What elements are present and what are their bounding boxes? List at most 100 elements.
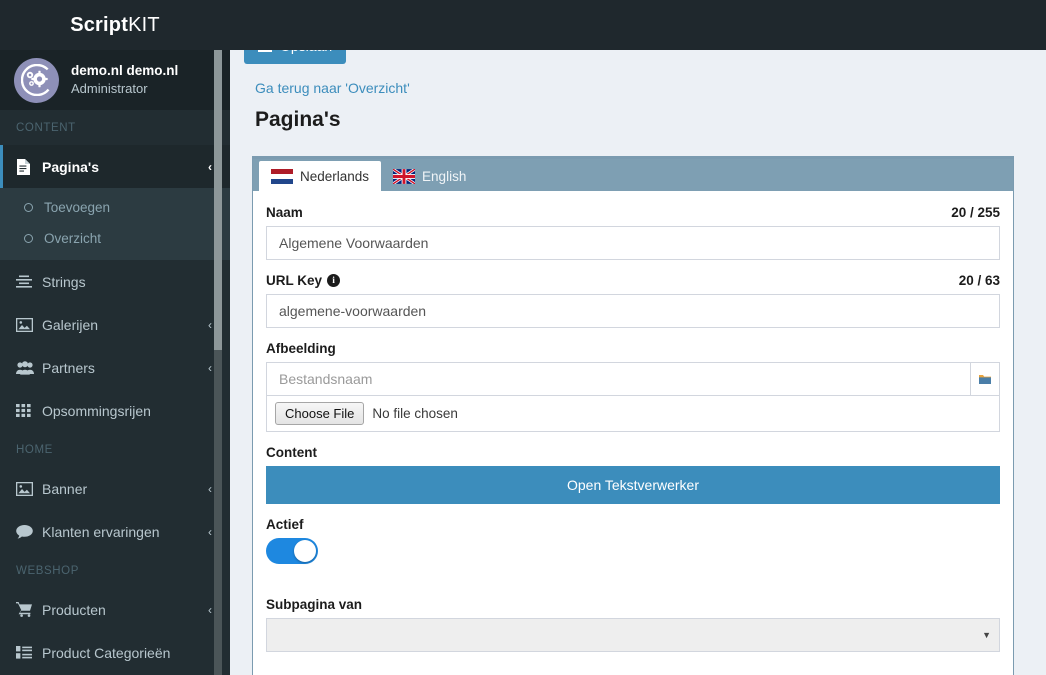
subpagina-select-wrap: ▼: [266, 618, 1000, 652]
toggle-knob: [294, 540, 316, 562]
field-subpagina-label: Subpagina van: [266, 597, 363, 612]
field-url-key: URL Key i 20 / 63: [266, 273, 1000, 328]
sidebar-scroll-area: demo.nl demo.nl Administrator CONTENT Pa…: [0, 50, 230, 675]
field-afbeelding-header: Afbeelding: [266, 341, 1000, 356]
sidebar-subitem-label: Toevoegen: [44, 200, 111, 215]
naam-input[interactable]: [266, 226, 1000, 260]
no-file-chosen-label: No file chosen: [372, 406, 458, 421]
choose-file-button[interactable]: Choose File: [275, 402, 365, 425]
tab-label: English: [422, 168, 467, 184]
tab-nederlands[interactable]: Nederlands: [259, 161, 382, 191]
sidebar-item-producten[interactable]: Producten ‹: [0, 588, 230, 631]
form-body: Naam 20 / 255 URL Key i 20 / 63: [253, 191, 1013, 675]
image-icon: [16, 317, 38, 332]
field-url-key-counter: 20 / 63: [958, 273, 1000, 288]
comment-icon: [16, 524, 38, 539]
save-button[interactable]: Opslaan: [244, 50, 347, 64]
field-url-key-text: URL Key: [266, 273, 323, 288]
app-logo[interactable]: Script KIT: [0, 0, 230, 50]
sidebar: demo.nl demo.nl Administrator CONTENT Pa…: [0, 50, 230, 675]
list-icon: [16, 646, 38, 659]
field-actief-header: Actief: [266, 517, 1000, 532]
save-button-label: Opslaan: [280, 50, 332, 54]
field-naam: Naam 20 / 255: [266, 205, 1000, 260]
grid-icon: [16, 404, 38, 417]
info-icon[interactable]: i: [327, 274, 341, 287]
sidebar-item-opsommingsrijen[interactable]: Opsommingsrijen: [0, 389, 230, 432]
sidebar-item-strings[interactable]: Strings: [0, 260, 230, 303]
sidebar-item-label: Strings: [42, 273, 86, 290]
sidebar-submenu-paginas: Toevoegen Overzicht: [0, 188, 230, 260]
field-naam-counter: 20 / 255: [951, 205, 1000, 220]
sidebar-item-label: Klanten ervaringen: [42, 523, 160, 540]
form-panel: Nederlands English Naam 20 / 255 Algemen…: [252, 156, 1014, 675]
sidebar-item-product-categorieen[interactable]: Product Categorieën: [0, 631, 230, 674]
open-text-editor-button[interactable]: Open Tekstverwerker: [266, 466, 1000, 504]
filename-input[interactable]: [266, 362, 970, 396]
file-icon: [16, 158, 38, 175]
browse-folder-icon[interactable]: [970, 362, 1000, 396]
main-content: Opslaan Ga terug naar 'Overzicht' Pagina…: [230, 50, 1046, 675]
field-afbeelding-label: Afbeelding: [266, 341, 336, 356]
field-subpagina: Subpagina van ▼: [266, 597, 1000, 652]
sidebar-item-paginas[interactable]: Pagina's ‹: [0, 145, 230, 188]
sidebar-section-home: HOME: [0, 432, 230, 467]
file-upload-row: Choose File No file chosen: [266, 396, 1000, 432]
circle-icon: [24, 234, 44, 243]
user-name: demo.nl demo.nl: [71, 63, 179, 79]
field-actief-label: Actief: [266, 517, 304, 532]
user-info: demo.nl demo.nl Administrator: [71, 62, 178, 98]
sidebar-item-label: Banner: [42, 480, 88, 497]
field-url-key-label: URL Key i: [266, 273, 341, 288]
top-header: Script KIT: [0, 0, 1046, 50]
user-role: Administrator: [71, 81, 148, 97]
field-content-label: Content: [266, 445, 317, 460]
subpagina-select[interactable]: [266, 618, 1000, 652]
actief-toggle[interactable]: [266, 538, 318, 564]
avatar: [14, 57, 59, 103]
language-tabs: Nederlands English: [253, 159, 1013, 191]
field-content: Content Open Tekstverwerker: [266, 445, 1000, 504]
sidebar-item-label: Producten: [42, 601, 106, 618]
logo-text-light: KIT: [128, 13, 160, 36]
sidebar-item-toevoegen[interactable]: Toevoegen: [0, 192, 230, 223]
field-url-key-header: URL Key i 20 / 63: [266, 273, 1000, 288]
filename-input-group: [266, 362, 1000, 396]
sidebar-scrollbar-thumb[interactable]: [214, 50, 222, 350]
sidebar-item-label: Partners: [42, 359, 95, 376]
tab-english[interactable]: English: [381, 161, 478, 191]
logo-text-bold: Script: [70, 13, 129, 36]
sidebar-item-galerijen[interactable]: Galerijen ‹: [0, 303, 230, 346]
sidebar-item-label: Pagina's: [42, 158, 100, 175]
tab-label: Nederlands: [300, 168, 370, 184]
flag-gb-icon: [392, 167, 416, 185]
gears-icon: [20, 64, 53, 96]
flag-nl-icon: [271, 168, 293, 184]
field-content-header: Content: [266, 445, 1000, 460]
sidebar-subitem-label: Overzicht: [44, 231, 102, 246]
cart-icon: [16, 602, 38, 617]
sidebar-item-label: Opsommingsrijen: [42, 402, 151, 419]
url-key-input[interactable]: [266, 294, 1000, 328]
sidebar-item-overzicht[interactable]: Overzicht: [0, 223, 230, 254]
user-panel[interactable]: demo.nl demo.nl Administrator: [0, 50, 230, 110]
sidebar-item-label: Product Categorieën: [42, 644, 171, 661]
sidebar-section-webshop: WEBSHOP: [0, 553, 230, 588]
field-subpagina-header: Subpagina van: [266, 597, 1000, 612]
image-icon: [16, 481, 38, 496]
align-list-icon: [16, 275, 38, 289]
sidebar-item-klanten-ervaringen[interactable]: Klanten ervaringen ‹: [0, 510, 230, 553]
sidebar-item-banner[interactable]: Banner ‹: [0, 467, 230, 510]
field-actief: Actief: [266, 517, 1000, 564]
sidebar-section-content: CONTENT: [0, 110, 230, 145]
sidebar-item-partners[interactable]: Partners ‹: [0, 346, 230, 389]
field-naam-header: Naam 20 / 255: [266, 205, 1000, 220]
field-afbeelding: Afbeelding Choose File No file chosen: [266, 341, 1000, 432]
circle-icon: [24, 203, 44, 212]
page-title: Pagina's: [255, 108, 341, 131]
users-icon: [16, 360, 38, 375]
sidebar-item-label: Galerijen: [42, 316, 99, 333]
field-naam-label: Naam: [266, 205, 303, 220]
back-to-overview-link[interactable]: Ga terug naar 'Overzicht': [255, 80, 410, 96]
